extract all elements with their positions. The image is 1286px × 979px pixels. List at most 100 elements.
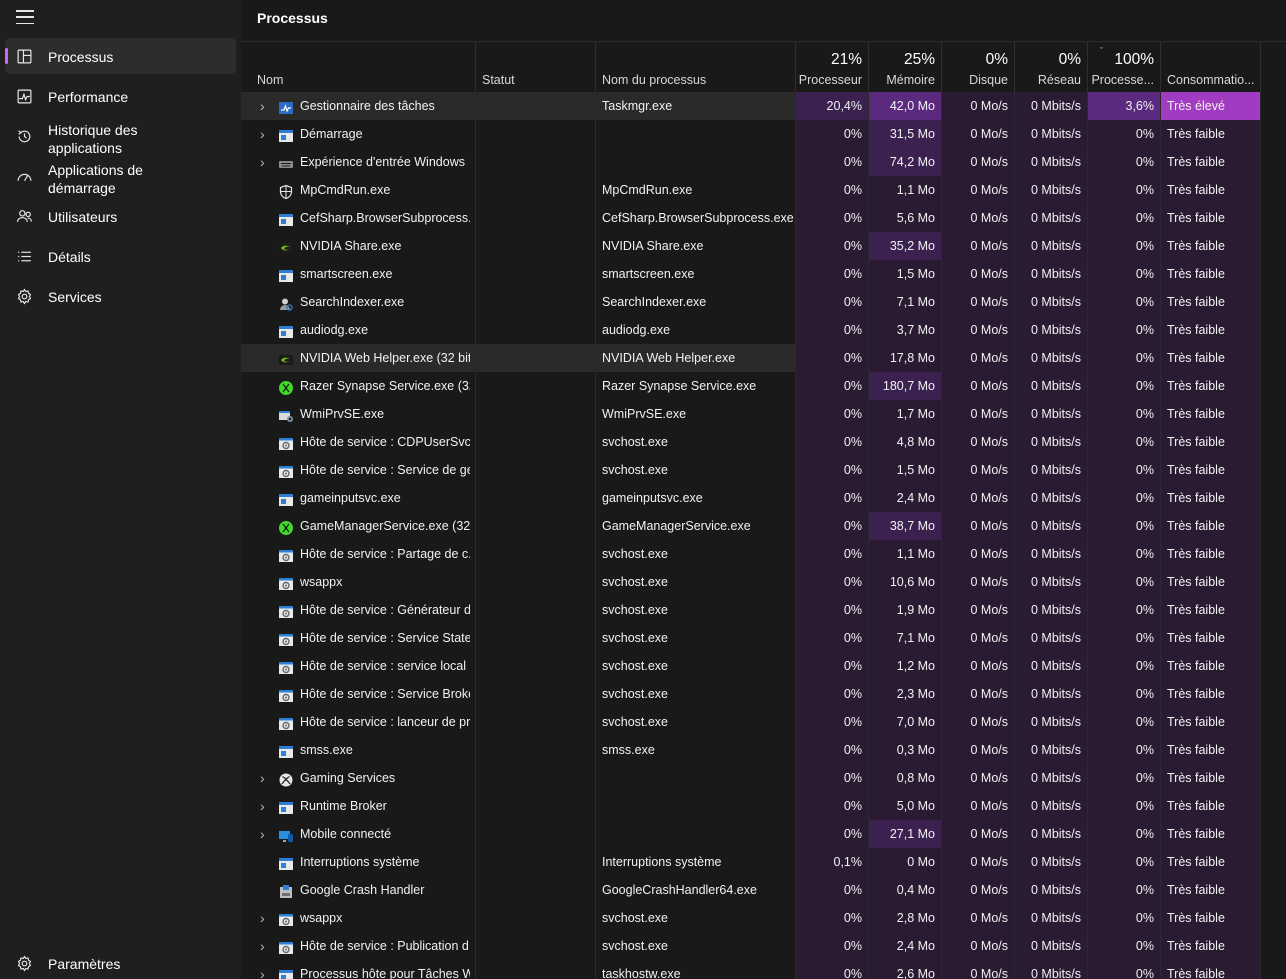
table-row[interactable]: WmiPrvSE.exe WmiPrvSE.exe 0% 1,7 Mo 0 Mo/s 0 … — [241, 400, 1286, 428]
expand-chevron-icon[interactable]: › — [260, 120, 270, 148]
status-cell — [476, 708, 596, 736]
column-header-cpu[interactable]: 21% Processeur — [796, 42, 869, 92]
table-row[interactable]: › Processus hôte pour Tâches W... taskhost… — [241, 960, 1286, 979]
status-cell — [476, 316, 596, 344]
power-cell: Très faible — [1161, 316, 1261, 344]
memory-cell: 180,7 Mo — [869, 372, 942, 400]
cpu-cell: 0% — [796, 568, 869, 596]
table-row[interactable]: › Gaming Services 0% 0,8 Mo 0 Mo/s 0 Mbits/s 0… — [241, 764, 1286, 792]
disk-cell: 0 Mo/s — [942, 372, 1015, 400]
power-cell: Très faible — [1161, 288, 1261, 316]
memory-cell: 3,7 Mo — [869, 316, 942, 344]
expand-chevron-icon[interactable]: › — [260, 92, 270, 120]
power-cell: Très faible — [1161, 624, 1261, 652]
power-cell: Très faible — [1161, 820, 1261, 848]
network-cell: 0 Mbits/s — [1015, 764, 1088, 792]
process-label: Expérience d'entrée Windows — [300, 155, 465, 169]
network-cell: 0 Mbits/s — [1015, 596, 1088, 624]
column-header-network[interactable]: 0% Réseau — [1015, 42, 1088, 92]
table-row[interactable]: Hôte de service : Service de ge... svchos… — [241, 456, 1286, 484]
disk-cell: 0 Mo/s — [942, 512, 1015, 540]
process-label: Démarrage — [300, 127, 363, 141]
sidebar-item-services[interactable]: Services — [5, 278, 236, 314]
power-cell: Très faible — [1161, 568, 1261, 596]
sidebar-item-details[interactable]: Détails — [5, 238, 236, 274]
expand-chevron-icon[interactable]: › — [260, 764, 270, 792]
table-row[interactable]: audiodg.exe audiodg.exe 0% 3,7 Mo 0 Mo/s 0 Mb… — [241, 316, 1286, 344]
table-row[interactable]: NVIDIA Web Helper.exe (32 bits) NVIDIA We… — [241, 344, 1286, 372]
scrollbar[interactable] — [1262, 42, 1286, 979]
process-label: NVIDIA Share.exe — [300, 239, 402, 253]
process-label: Hôte de service : Service de ge... — [300, 463, 470, 477]
process-name-cell: svchost.exe — [596, 680, 796, 708]
process-name-cell: svchost.exe — [596, 540, 796, 568]
power-cell: Très faible — [1161, 904, 1261, 932]
table-row[interactable]: › Runtime Broker 0% 5,0 Mo 0 Mo/s 0 Mbits/s 0%… — [241, 792, 1286, 820]
window-icon — [278, 266, 294, 282]
table-row[interactable]: Hôte de service : Service Broke... svchos… — [241, 680, 1286, 708]
disk-cell: 0 Mo/s — [942, 176, 1015, 204]
table-row[interactable]: smartscreen.exe smartscreen.exe 0% 1,5 Mo 0 … — [241, 260, 1286, 288]
table-row[interactable]: › Démarrage 0% 31,5 Mo 0 Mo/s 0 Mbits/s 0% Très… — [241, 120, 1286, 148]
table-row[interactable]: GameManagerService.exe (32 ... GameManage… — [241, 512, 1286, 540]
sidebar-item-label: Performance — [48, 89, 129, 105]
sidebar-item-processus[interactable]: Processus — [5, 38, 236, 74]
expand-chevron-icon[interactable]: › — [260, 148, 270, 176]
table-row[interactable]: SearchIndexer.exe SearchIndexer.exe 0% 7,1 … — [241, 288, 1286, 316]
disk-cell: 0 Mo/s — [942, 316, 1015, 344]
expand-chevron-icon[interactable]: › — [260, 904, 270, 932]
table-row[interactable]: Hôte de service : Service State ... svcho… — [241, 624, 1286, 652]
column-header-memory[interactable]: 25% Mémoire — [869, 42, 942, 92]
table-row[interactable]: Hôte de service : CDPUserSvc_... svchost.… — [241, 428, 1286, 456]
sidebar-item-users[interactable]: Utilisateurs — [5, 198, 236, 234]
name-cell: › Démarrage — [241, 120, 476, 148]
expand-chevron-icon[interactable]: › — [260, 820, 270, 848]
table-row[interactable]: Hôte de service : Générateur d... svchost… — [241, 596, 1286, 624]
memory-cell: 74,2 Mo — [869, 148, 942, 176]
cpu-cell: 0% — [796, 680, 869, 708]
hamburger-menu-icon[interactable] — [14, 8, 36, 26]
expand-chevron-icon[interactable]: › — [260, 960, 270, 979]
sidebar-item-history[interactable]: Historique des applications — [5, 118, 236, 158]
name-cell: Hôte de service : Service de ge... — [241, 456, 476, 484]
table-row[interactable]: gameinputsvc.exe gameinputsvc.exe 0% 2,4 Mo… — [241, 484, 1286, 512]
name-cell: › Expérience d'entrée Windows — [241, 148, 476, 176]
column-header-power[interactable]: Consommatio... — [1161, 42, 1261, 92]
power-cell: Très faible — [1161, 428, 1261, 456]
table-row[interactable]: Interruptions système Interruptions systè… — [241, 848, 1286, 876]
gpu-cell: 0% — [1088, 764, 1161, 792]
expand-chevron-icon[interactable]: › — [260, 792, 270, 820]
table-row[interactable]: Google Crash Handler GoogleCrashHandler64… — [241, 876, 1286, 904]
memory-cell: 5,0 Mo — [869, 792, 942, 820]
power-cell: Très faible — [1161, 456, 1261, 484]
column-header-disk[interactable]: 0% Disque — [942, 42, 1015, 92]
table-row[interactable]: wsappx svchost.exe 0% 10,6 Mo 0 Mo/s 0 Mbits/… — [241, 568, 1286, 596]
table-row[interactable]: Hôte de service : Partage de c... svchost… — [241, 540, 1286, 568]
gpu-cell: 0% — [1088, 288, 1161, 316]
sidebar-item-performance[interactable]: Performance — [5, 78, 236, 114]
table-row[interactable]: › Gestionnaire des tâches Taskmgr.exe 20,4%… — [241, 92, 1286, 120]
power-cell: Très faible — [1161, 876, 1261, 904]
expand-chevron-icon[interactable]: › — [260, 932, 270, 960]
column-header-name[interactable]: Nom — [241, 42, 476, 92]
sidebar-item-startup[interactable]: Applications de démarrage — [5, 158, 236, 198]
memory-cell: 0,4 Mo — [869, 876, 942, 904]
table-row[interactable]: Hôte de service : lanceur de pr... svchos… — [241, 708, 1286, 736]
network-cell: 0 Mbits/s — [1015, 372, 1088, 400]
column-header-gpu[interactable]: ˇ 100% Processe... — [1088, 42, 1161, 92]
settings-button[interactable]: Paramètres — [5, 945, 236, 979]
table-row[interactable]: Hôte de service : service local ... svcho… — [241, 652, 1286, 680]
table-row[interactable]: NVIDIA Share.exe NVIDIA Share.exe 0% 35,2 M… — [241, 232, 1286, 260]
column-header-status[interactable]: Statut — [476, 42, 596, 92]
table-row[interactable]: › Mobile connecté 0% 27,1 Mo 0 Mo/s 0 Mbits/s… — [241, 820, 1286, 848]
table-row[interactable]: › Hôte de service : Publication d... svcho… — [241, 932, 1286, 960]
cpu-cell: 0% — [796, 540, 869, 568]
table-row[interactable]: › wsappx svchost.exe 0% 2,8 Mo 0 Mo/s 0 Mbits/… — [241, 904, 1286, 932]
power-cell: Très faible — [1161, 596, 1261, 624]
table-row[interactable]: CefSharp.BrowserSubprocess.... CefSharp.B… — [241, 204, 1286, 232]
table-row[interactable]: Razer Synapse Service.exe (32 ... Razer S… — [241, 372, 1286, 400]
table-row[interactable]: MpCmdRun.exe MpCmdRun.exe 0% 1,1 Mo 0 Mo/s 0 … — [241, 176, 1286, 204]
table-row[interactable]: › Expérience d'entrée Windows 0% 74,2 Mo 0 M… — [241, 148, 1286, 176]
column-header-process-name[interactable]: Nom du processus — [596, 42, 796, 92]
table-row[interactable]: smss.exe smss.exe 0% 0,3 Mo 0 Mo/s 0 Mbits/s 0… — [241, 736, 1286, 764]
